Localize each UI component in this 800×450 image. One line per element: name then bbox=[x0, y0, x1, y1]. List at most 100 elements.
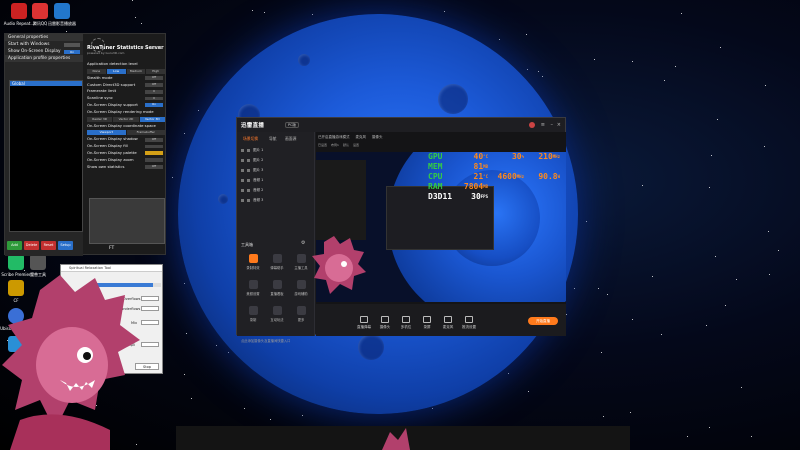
layer-item[interactable]: 音频 3 bbox=[241, 196, 311, 204]
lock-icon[interactable] bbox=[247, 148, 250, 152]
control-button[interactable]: 直播弹幕 bbox=[354, 316, 374, 330]
layer-item[interactable]: 图片 1 bbox=[241, 146, 311, 154]
start-live-button[interactable]: 开始直播 bbox=[528, 317, 558, 325]
control-button[interactable]: 推流设置 bbox=[459, 316, 479, 330]
scanline-sync-row[interactable]: Scanline sync 0 bbox=[87, 95, 165, 102]
osd-support-toggle[interactable]: On bbox=[145, 103, 163, 108]
settings-icon[interactable]: ⚙ bbox=[301, 240, 305, 246]
framerate-limit-field[interactable]: 0 bbox=[145, 89, 163, 94]
control-button[interactable]: 摄像头 bbox=[375, 316, 395, 330]
add-button[interactable]: Add bbox=[7, 241, 22, 250]
tab-scenes[interactable]: 场景切换 bbox=[243, 136, 258, 142]
detection-option[interactable]: None bbox=[87, 68, 106, 74]
show-osd-row[interactable]: Show On-Screen Display On bbox=[5, 48, 83, 55]
rendering-option-selected[interactable]: Vector 3D bbox=[139, 116, 165, 122]
tab-sources[interactable]: 画面源 bbox=[285, 136, 296, 142]
eye-icon[interactable] bbox=[241, 168, 244, 172]
own-stats-toggle[interactable]: Off bbox=[145, 164, 163, 169]
coord-option-selected[interactable]: Viewport bbox=[87, 130, 126, 136]
tool-item[interactable]: 录制特效 bbox=[243, 254, 263, 270]
eye-icon[interactable] bbox=[241, 158, 244, 162]
coord-space-selector[interactable]: Viewport Framebuffer bbox=[87, 130, 165, 136]
eye-icon[interactable] bbox=[241, 178, 244, 182]
desktop-icon-player[interactable]: 迅雷影音播放器 bbox=[46, 3, 78, 26]
close-icon[interactable]: × bbox=[557, 122, 561, 128]
osd-shadow-row[interactable]: On-Screen Display shadow Off bbox=[87, 136, 165, 143]
profile-item-global[interactable]: Global bbox=[10, 81, 82, 86]
custom-d3d-toggle[interactable]: Off bbox=[145, 82, 163, 87]
subtab[interactable]: 已设置 bbox=[318, 143, 327, 147]
stealth-mode-toggle[interactable]: Off bbox=[145, 75, 163, 81]
tab-game-mode[interactable]: 已开启直播游戏模式 bbox=[318, 135, 350, 140]
osd-fill-row[interactable]: On-Screen Display fill bbox=[87, 143, 165, 150]
tool-item[interactable]: 更多 bbox=[291, 306, 311, 322]
lock-icon[interactable] bbox=[247, 198, 250, 202]
sidebar-footer[interactable]: 点此添加摄像头及直播间快捷入口 bbox=[241, 338, 290, 343]
lock-icon[interactable] bbox=[247, 158, 250, 162]
rendering-option[interactable]: Raster 3D bbox=[87, 116, 113, 122]
detection-option-selected[interactable]: Low bbox=[106, 68, 126, 74]
delete-button[interactable]: Delete bbox=[24, 241, 39, 250]
osd-zoom-slider[interactable] bbox=[145, 158, 163, 163]
tab-camera[interactable]: 摄像头 bbox=[372, 135, 383, 140]
start-with-windows-row[interactable]: Start with Windows bbox=[5, 41, 83, 48]
detection-level-label: Application detection level bbox=[87, 61, 138, 66]
layer-item[interactable]: 音频 1 bbox=[241, 176, 311, 184]
stealth-mode-row[interactable]: Stealth mode Off bbox=[87, 75, 165, 82]
detection-level-selector[interactable]: None Low Medium High bbox=[87, 68, 165, 74]
star bbox=[725, 305, 727, 307]
tab-nav[interactable]: 导航 bbox=[269, 136, 277, 142]
osd-fill-swatch[interactable] bbox=[145, 144, 163, 149]
subtab[interactable]: 设置 bbox=[353, 143, 359, 147]
eye-icon[interactable] bbox=[241, 198, 244, 202]
tool-item[interactable]: 主播工具 bbox=[291, 254, 311, 270]
tab-mic[interactable]: 麦克风 bbox=[356, 135, 367, 140]
lock-icon[interactable] bbox=[247, 178, 250, 182]
option-label: Show own statistics bbox=[87, 163, 125, 169]
minimize-icon[interactable]: – bbox=[551, 122, 554, 128]
rendering-mode-selector[interactable]: Raster 3D Vector 2D Vector 3D bbox=[87, 116, 165, 122]
tool-item[interactable]: 录制 bbox=[243, 306, 263, 322]
osd-support-row[interactable]: On-Screen Display support On bbox=[87, 102, 165, 109]
setup-button[interactable]: Setup bbox=[58, 241, 73, 250]
rtss-window: General properties Start with Windows Sh… bbox=[4, 33, 166, 256]
profile-list[interactable]: Global bbox=[9, 80, 83, 232]
layer-item[interactable]: 音频 2 bbox=[241, 186, 311, 194]
rendering-option[interactable]: Vector 2D bbox=[113, 116, 139, 122]
detection-option[interactable]: High bbox=[146, 68, 165, 74]
layer-item[interactable]: 图片 2 bbox=[241, 156, 311, 164]
tool-item[interactable]: 直播看板 bbox=[267, 280, 287, 296]
tool-item[interactable]: 游戏辅助 bbox=[291, 280, 311, 296]
tool-item[interactable]: 互动玩法 bbox=[267, 306, 287, 322]
reset-button[interactable]: Reset bbox=[41, 241, 56, 250]
layer-item[interactable]: 图片 3 bbox=[241, 166, 311, 174]
lock-icon[interactable] bbox=[247, 168, 250, 172]
control-icon bbox=[402, 316, 410, 323]
tool-item[interactable]: 美颜设置 bbox=[243, 280, 263, 296]
control-button[interactable]: 多机位 bbox=[396, 316, 416, 330]
framerate-limit-row[interactable]: Framerate limit 0 bbox=[87, 88, 165, 95]
detection-option[interactable]: Medium bbox=[126, 68, 146, 74]
custom-d3d-row[interactable]: Custom Direct3D support Off bbox=[87, 82, 165, 89]
osd-palette-swatch[interactable] bbox=[145, 151, 163, 156]
control-button[interactable]: 录屏 bbox=[417, 316, 437, 330]
subtab[interactable]: 布局1 bbox=[331, 143, 339, 147]
osd-shadow-toggle[interactable]: Off bbox=[145, 137, 163, 142]
control-button[interactable]: 麦克风 bbox=[438, 316, 458, 330]
menu-icon[interactable]: ≡ bbox=[541, 122, 545, 128]
avatar[interactable] bbox=[529, 122, 535, 128]
lock-icon[interactable] bbox=[247, 188, 250, 192]
subtab[interactable]: 默认 bbox=[343, 143, 349, 147]
osd-palette-row[interactable]: On-Screen Display palette bbox=[87, 150, 165, 157]
show-osd-toggle[interactable]: On bbox=[64, 49, 80, 54]
own-stats-row[interactable]: Show own statistics Off bbox=[87, 164, 165, 171]
eye-icon[interactable] bbox=[241, 188, 244, 192]
show-osd-label: Show On-Screen Display bbox=[8, 49, 61, 54]
coord-option[interactable]: Framebuffer bbox=[126, 130, 165, 136]
scanline-sync-field[interactable]: 0 bbox=[145, 96, 163, 101]
app-mode-badge[interactable]: PC版 bbox=[285, 121, 300, 128]
start-with-windows-toggle[interactable] bbox=[64, 42, 80, 47]
osd-zoom-row[interactable]: On-Screen Display zoom bbox=[87, 157, 165, 164]
eye-icon[interactable] bbox=[241, 148, 244, 152]
tool-item[interactable]: 弹幕助手 bbox=[267, 254, 287, 270]
